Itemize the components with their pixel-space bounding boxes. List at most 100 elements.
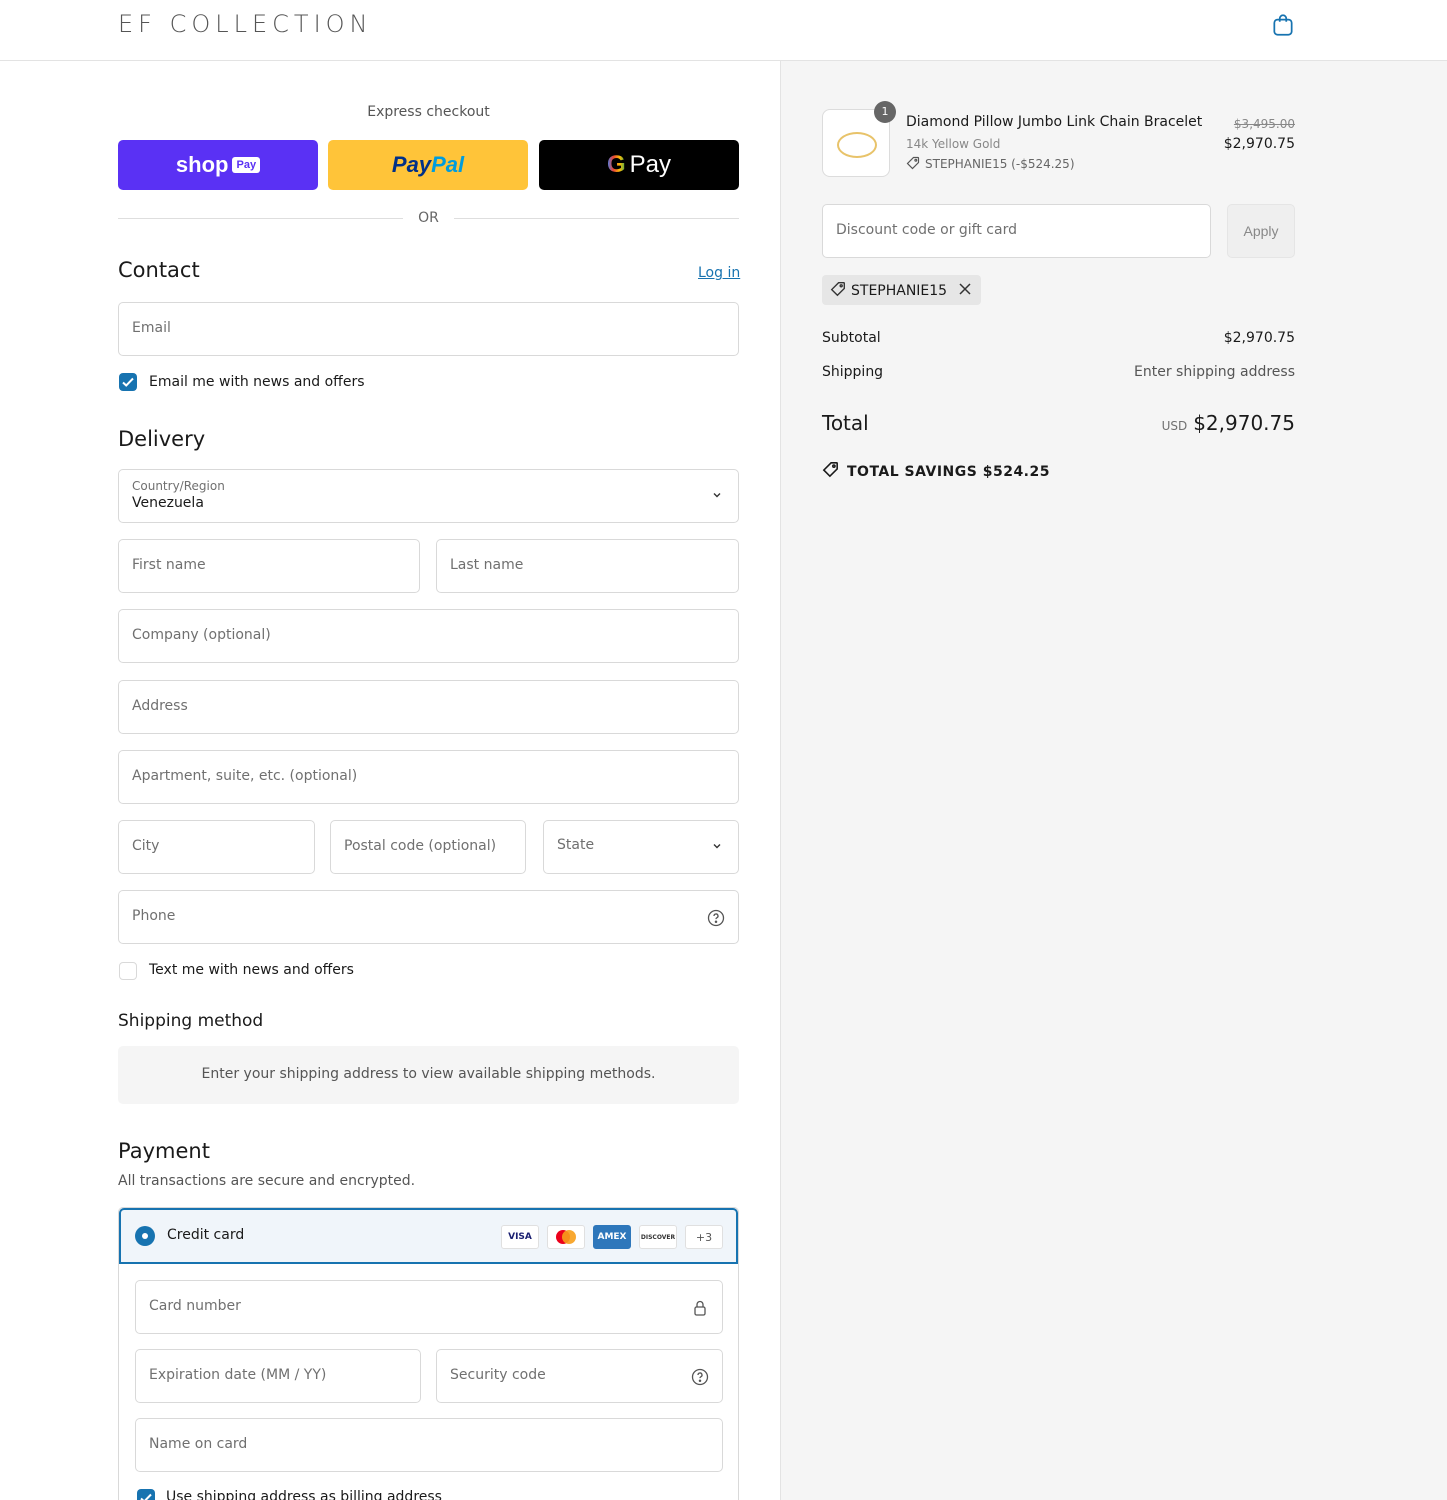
shipping-label: Shipping [822,364,884,380]
more-cards-badge: +3 [685,1225,723,1249]
credit-card-radio[interactable] [135,1226,155,1246]
product-discount: STEPHANIE15 (-$524.25) [906,156,1075,171]
shop-pay-chip: Pay [232,157,261,173]
site-header: EF COLLECTION [0,0,1447,61]
product-discount-text: STEPHANIE15 (-$524.25) [925,157,1075,171]
check-icon [140,1493,152,1500]
chevron-down-icon [713,844,721,849]
card-number-field[interactable]: Card number [135,1280,723,1334]
name-on-card-placeholder: Name on card [149,1436,248,1452]
subtotal-label: Subtotal [822,330,881,346]
email-field[interactable]: Email [118,302,739,356]
billing-same-checkbox[interactable] [137,1489,155,1500]
shipping-value: Enter shipping address [1134,364,1295,380]
payment-subtitle: All transactions are secure and encrypte… [118,1173,416,1189]
country-select[interactable]: Country/Region Venezuela [118,469,739,523]
credit-card-option[interactable]: Credit card VISA AMEX DISCOVER +3 [119,1208,738,1264]
express-checkout-title: Express checkout [367,104,490,120]
lock-icon [694,1300,706,1316]
subtotal-value: $2,970.75 [1223,330,1295,346]
phone-field[interactable]: Phone [118,890,739,944]
checkout-form: Express checkout shop Pay Pay Pal G Pay O… [0,61,780,1500]
apartment-field[interactable]: Apartment, suite, etc. (optional) [118,750,739,804]
country-label: Country/Region [132,479,225,493]
google-pay-label: Pay [629,151,672,178]
total-savings: TOTAL SAVINGS $524.25 [822,461,1050,480]
mastercard-circles [556,1230,576,1244]
tag-icon [822,462,838,478]
shop-pay-wordmark: shop [175,152,229,177]
company-field[interactable]: Company (optional) [118,609,739,663]
visa-icon: VISA [501,1225,539,1249]
state-select[interactable]: State [543,820,739,874]
google-pay-button[interactable]: G Pay [539,140,739,190]
card-number-placeholder: Card number [149,1298,241,1314]
postal-code-field[interactable]: Postal code (optional) [330,820,526,874]
address-field[interactable]: Address [118,680,739,734]
country-value: Venezuela [132,495,204,511]
email-news-checkbox[interactable] [119,373,137,391]
last-name-placeholder: Last name [450,557,524,573]
quantity-badge: 1 [874,101,896,123]
google-g-icon: G [606,151,626,178]
bracelet-image [837,132,877,158]
text-news-checkbox[interactable] [119,962,137,980]
or-text: OR [418,210,439,226]
payment-title: Payment [118,1139,210,1163]
divider-line [118,218,403,219]
address-placeholder: Address [132,698,188,714]
first-name-field[interactable]: First name [118,539,420,593]
currency-code: USD [1161,419,1188,433]
total-value: USD $2,970.75 [1162,411,1295,435]
credit-card-label: Credit card [167,1227,245,1243]
discount-code-text: STEPHANIE15 [851,283,948,299]
last-name-field[interactable]: Last name [436,539,739,593]
discount-code-input[interactable]: Discount code or gift card [822,204,1211,258]
shopping-bag-icon[interactable] [1270,12,1296,38]
order-summary: 1 Diamond Pillow Jumbo Link Chain Bracel… [780,61,1447,1500]
discount-placeholder: Discount code or gift card [836,222,1017,238]
security-code-field[interactable]: Security code [436,1349,723,1403]
shop-pay-button[interactable]: shop Pay [118,140,318,190]
close-icon[interactable] [957,281,973,297]
first-name-placeholder: First name [132,557,206,573]
discover-icon: DISCOVER [639,1225,677,1249]
divider-line [454,218,739,219]
email-placeholder: Email [132,320,171,336]
check-icon [122,377,134,387]
store-logo[interactable]: EF COLLECTION [118,10,373,38]
delivery-title: Delivery [118,427,206,451]
state-placeholder: State [557,837,595,853]
postal-placeholder: Postal code (optional) [344,838,497,854]
company-placeholder: Company (optional) [132,627,271,643]
email-news-label: Email me with news and offers [149,374,365,390]
city-field[interactable]: City [118,820,315,874]
chevron-down-icon [713,493,721,498]
login-link[interactable]: Log in [698,265,740,281]
city-placeholder: City [132,838,160,854]
name-on-card-field[interactable]: Name on card [135,1418,723,1472]
apply-discount-button[interactable]: Apply [1227,204,1295,258]
paypal-wordmark-pay: Pay [391,152,432,177]
shipping-method-title: Shipping method [118,1011,264,1031]
tag-icon [906,156,920,170]
total-savings-text: TOTAL SAVINGS $524.25 [847,464,1050,480]
help-circle-icon[interactable] [706,908,726,928]
or-divider: OR [118,209,739,229]
text-news-label: Text me with news and offers [149,962,354,978]
original-price: $3,495.00 [1233,117,1295,131]
payment-methods: Credit card VISA AMEX DISCOVER +3 Card n… [118,1207,739,1500]
applied-discount-chip: STEPHANIE15 [822,275,981,305]
expiry-placeholder: Expiration date (MM / YY) [149,1367,327,1383]
product-title: Diamond Pillow Jumbo Link Chain Bracelet [906,114,1203,130]
apartment-placeholder: Apartment, suite, etc. (optional) [132,768,358,784]
shipping-method-notice: Enter your shipping address to view avai… [118,1046,739,1104]
amex-icon: AMEX [593,1225,631,1249]
expiry-field[interactable]: Expiration date (MM / YY) [135,1349,421,1403]
security-code-placeholder: Security code [450,1367,546,1383]
contact-title: Contact [118,258,200,282]
paypal-button[interactable]: Pay Pal [328,140,528,190]
total-label: Total [822,411,869,435]
help-circle-icon[interactable] [690,1367,710,1387]
billing-same-label: Use shipping address as billing address [166,1489,442,1500]
